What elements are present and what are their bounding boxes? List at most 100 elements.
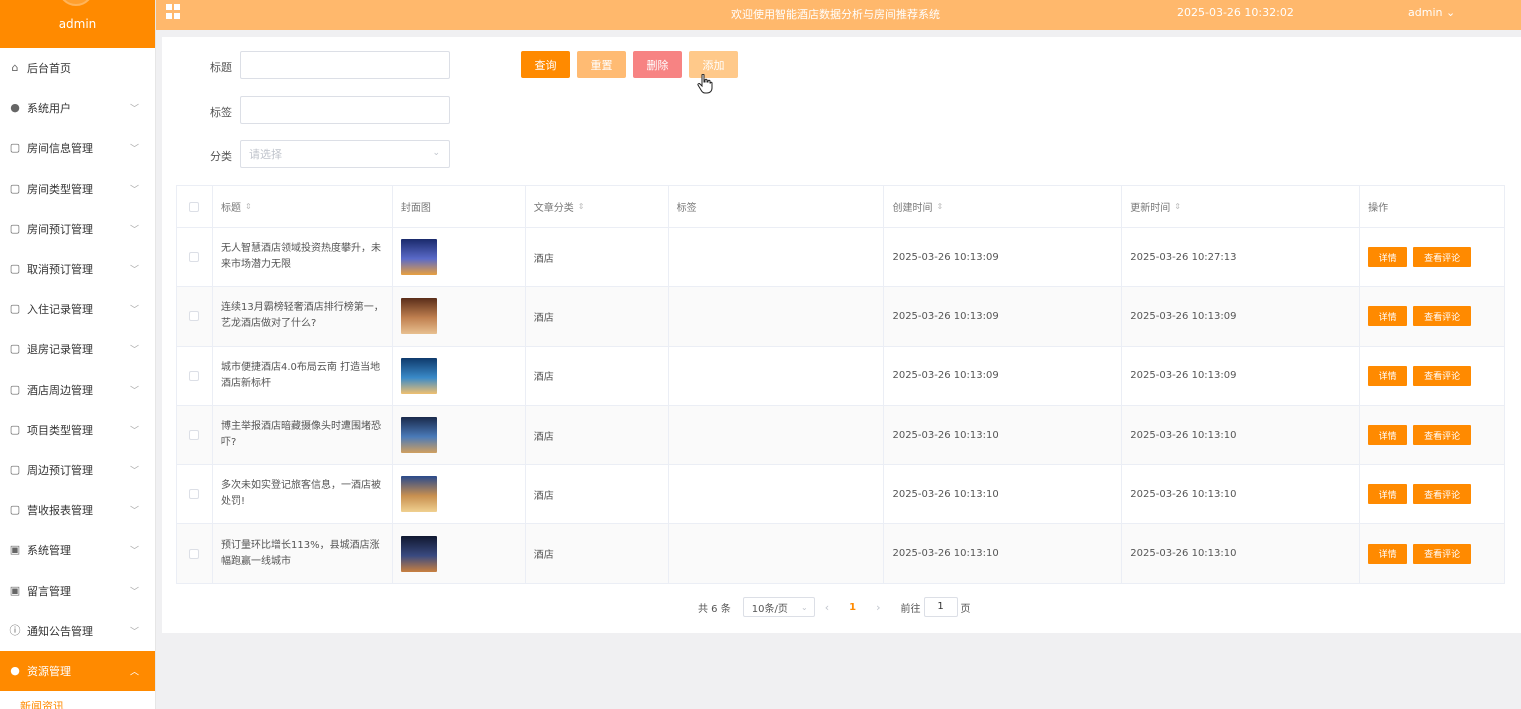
goto-page-input[interactable]: 1 <box>923 597 958 617</box>
header-updated[interactable]: 更新时间 ⇕ <box>1122 186 1361 227</box>
cell-updated: 2025-03-26 10:13:09 <box>1122 346 1361 405</box>
detail-button[interactable]: 详情 <box>1368 484 1408 505</box>
sidebar-item-label: 资源管理 <box>27 664 71 678</box>
sidebar-item-9[interactable]: ▢ 项目类型管理 ﹀ <box>0 410 155 450</box>
chevron-down-icon: ﹀ <box>129 104 139 115</box>
cover-thumbnail[interactable] <box>400 535 437 572</box>
header-category-label: 文章分类 <box>533 203 574 214</box>
row-checkbox[interactable] <box>189 252 200 263</box>
chevron-down-icon: ﹀ <box>129 587 139 598</box>
sidebar-item-15[interactable]: ● 资源管理 ︿ <box>0 650 155 691</box>
cell-title: 连续13月霸榜轻奢酒店排行榜第一，艺龙酒店做对了什么? <box>213 287 393 346</box>
sidebar-item-label: 项目类型管理 <box>27 423 93 437</box>
detail-button[interactable]: 详情 <box>1368 543 1408 564</box>
news-title: 多次未如实登记旅客信息，一酒店被处罚! <box>220 480 381 508</box>
chevron-down-icon: ﹀ <box>129 185 139 196</box>
view-comments-button[interactable]: 查看评论 <box>1413 425 1472 446</box>
cell-cover <box>393 228 526 287</box>
sort-icon[interactable]: ⇕ <box>1174 202 1181 211</box>
detail-button[interactable]: 详情 <box>1368 425 1408 446</box>
sort-icon[interactable]: ⇕ <box>578 202 585 211</box>
content-panel: 标题 标签 分类 请选择 ⌄ 查询 重置 删除 添加 标题 ⇕ 封面图 文章分类 ⇕… <box>162 37 1521 633</box>
cell-cover <box>393 465 526 524</box>
sidebar-item-11[interactable]: ▢ 营收报表管理 ﹀ <box>0 490 155 530</box>
detail-button[interactable]: 详情 <box>1368 365 1408 386</box>
created-time: 2025-03-26 10:13:09 <box>892 370 999 382</box>
header-created[interactable]: 创建时间 ⇕ <box>884 186 1123 227</box>
prev-page-icon[interactable]: ‹ <box>825 601 829 614</box>
page-size-select[interactable]: 10条/页 ⌄ <box>742 597 815 617</box>
row-checkbox[interactable] <box>189 548 200 559</box>
next-page-icon[interactable]: › <box>876 601 880 614</box>
sidebar-item-8[interactable]: ▢ 酒店周边管理 ﹀ <box>0 370 155 410</box>
category-value: 酒店 <box>533 372 554 384</box>
category-select[interactable]: 请选择 ⌄ <box>240 140 450 168</box>
view-comments-button[interactable]: 查看评论 <box>1413 484 1472 505</box>
reset-button[interactable]: 重置 <box>577 51 626 78</box>
avatar[interactable] <box>58 0 94 6</box>
cover-thumbnail[interactable] <box>400 476 437 513</box>
submenu-item-0[interactable]: 新闻资讯 <box>0 691 155 709</box>
row-checkbox[interactable] <box>189 311 200 322</box>
sidebar-item-12[interactable]: ▣ 系统管理 ﹀ <box>0 530 155 570</box>
doc-icon: ▢ <box>9 503 21 517</box>
view-comments-button[interactable]: 查看评论 <box>1413 306 1472 327</box>
home-icon: ⌂ <box>11 61 19 75</box>
sort-icon[interactable]: ⇕ <box>936 202 943 211</box>
view-comments-button[interactable]: 查看评论 <box>1413 543 1472 564</box>
news-table: 标题 ⇕ 封面图 文章分类 ⇕ 标签 创建时间 ⇕ 更新时间 ⇕ 操作 无人智慧酒店领域… <box>176 185 1505 584</box>
sort-icon[interactable]: ⇕ <box>245 202 252 211</box>
sidebar-item-14[interactable]: ⓘ 通知公告管理 ﹀ <box>0 611 155 651</box>
sidebar-username: admin <box>58 17 97 31</box>
page-size-value: 10条/页 <box>751 603 788 615</box>
chevron-down-icon: ﹀ <box>129 627 139 638</box>
sidebar-item-5[interactable]: ▢ 取消预订管理 ﹀ <box>0 249 155 289</box>
title-input[interactable] <box>240 51 450 79</box>
detail-button[interactable]: 详情 <box>1368 247 1408 268</box>
select-all-checkbox[interactable] <box>189 201 200 212</box>
sidebar: admin ⌂ 后台首页 ● 系统用户 ﹀ ▢ 房间信息管理 ﹀ ▢ 房间类型管理 ﹀ ▢ 房间预订管理… <box>0 0 156 709</box>
cell-category: 酒店 <box>526 346 669 405</box>
header-tags-label: 标签 <box>676 203 697 214</box>
tag-input[interactable] <box>240 96 450 124</box>
chevron-down-icon: ﹀ <box>129 305 139 316</box>
view-comments-button[interactable]: 查看评论 <box>1413 365 1472 386</box>
sidebar-item-7[interactable]: ▢ 退房记录管理 ﹀ <box>0 329 155 369</box>
cell-title: 无人智慧酒店领域投资热度攀升，未来市场潜力无限 <box>213 228 393 287</box>
cell-created: 2025-03-26 10:13:10 <box>884 524 1123 583</box>
sidebar-item-1[interactable]: ● 系统用户 ﹀ <box>0 88 155 128</box>
sidebar-item-13[interactable]: ▣ 留言管理 ﹀ <box>0 570 155 610</box>
cover-thumbnail[interactable] <box>400 357 437 394</box>
doc-icon: ▢ <box>9 181 21 195</box>
user-dropdown[interactable]: admin ⌄ <box>1408 6 1455 19</box>
detail-button[interactable]: 详情 <box>1368 306 1408 327</box>
sidebar-item-2[interactable]: ▢ 房间信息管理 ﹀ <box>0 128 155 168</box>
view-comments-button[interactable]: 查看评论 <box>1413 247 1472 268</box>
query-button[interactable]: 查询 <box>521 51 570 78</box>
cover-thumbnail[interactable] <box>400 417 437 454</box>
sidebar-item-0[interactable]: ⌂ 后台首页 <box>0 48 155 88</box>
row-checkbox[interactable] <box>189 489 200 500</box>
row-checkbox[interactable] <box>189 430 200 441</box>
delete-button[interactable]: 删除 <box>633 51 682 78</box>
header-title[interactable]: 标题 ⇕ <box>213 186 393 227</box>
cover-thumbnail[interactable] <box>400 239 437 276</box>
page-number-current[interactable]: 1 <box>849 602 856 613</box>
cell-tags <box>669 405 885 465</box>
table-row: 博主举报酒店暗藏摄像头时遭围堵恐吓? 酒店 2025-03-26 10:13:10 2… <box>177 405 1505 466</box>
cover-thumbnail[interactable] <box>400 298 437 335</box>
sidebar-item-10[interactable]: ▢ 周边预订管理 ﹀ <box>0 450 155 490</box>
cell-category: 酒店 <box>526 287 669 346</box>
sidebar-item-6[interactable]: ▢ 入住记录管理 ﹀ <box>0 289 155 329</box>
image-icon: ▣ <box>9 543 21 557</box>
info-icon: ⓘ <box>9 623 21 637</box>
doc-icon: ▢ <box>9 141 21 155</box>
sidebar-item-3[interactable]: ▢ 房间类型管理 ﹀ <box>0 169 155 209</box>
header-category[interactable]: 文章分类 ⇕ <box>526 186 669 227</box>
cell-actions: 详情 查看评论 <box>1360 228 1505 287</box>
cell-cover <box>393 405 526 465</box>
menu-toggle-icon[interactable] <box>166 4 181 19</box>
row-checkbox[interactable] <box>189 370 200 381</box>
sidebar-item-4[interactable]: ▢ 房间预订管理 ﹀ <box>0 209 155 249</box>
chevron-down-icon: ﹀ <box>129 345 139 356</box>
